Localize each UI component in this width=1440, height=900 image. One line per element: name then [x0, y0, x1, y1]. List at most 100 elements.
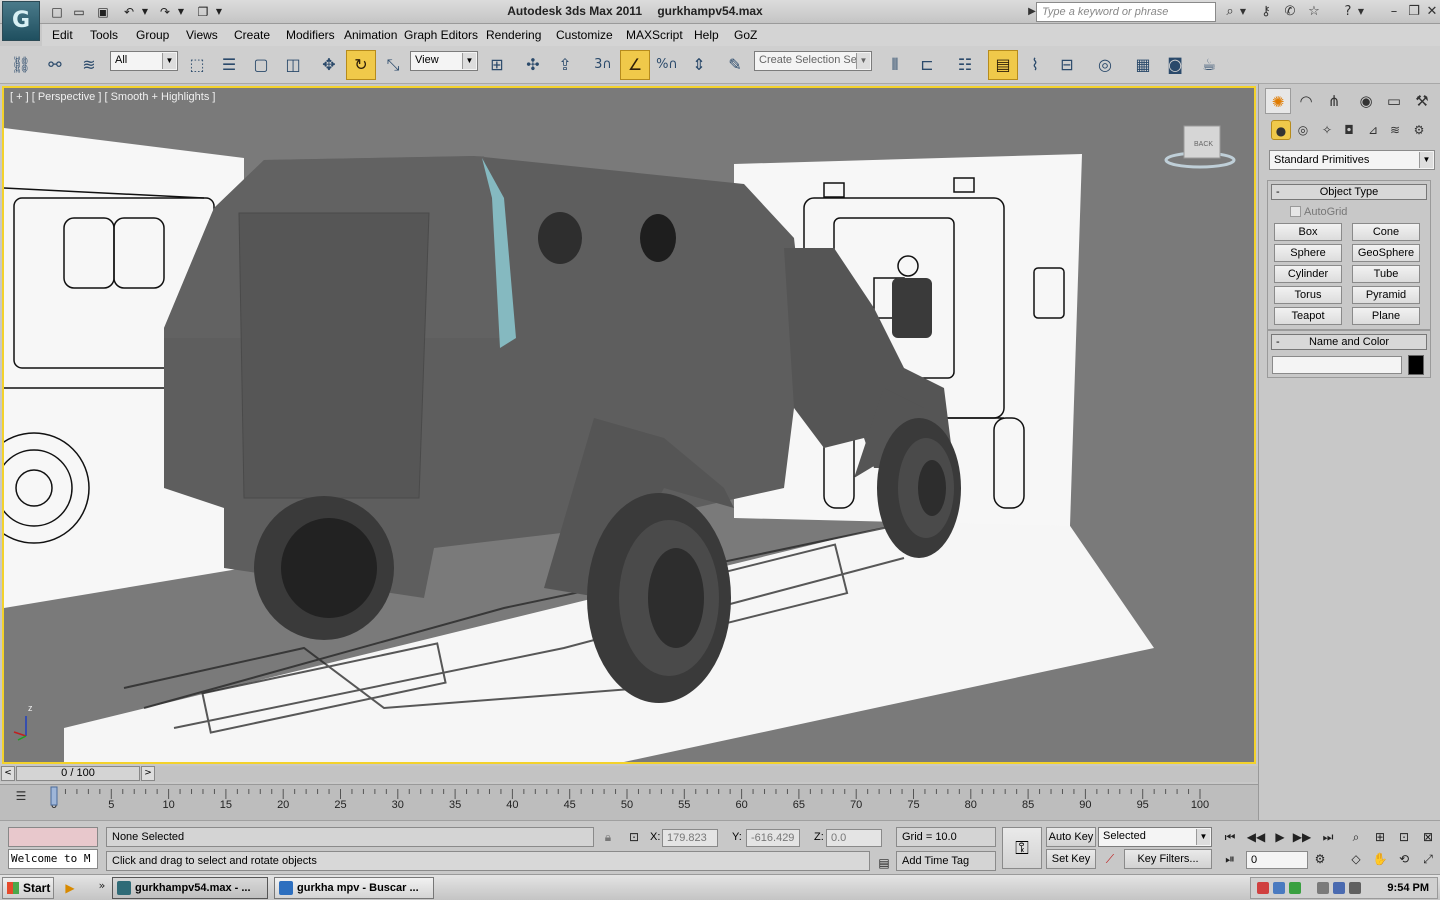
- trackbar[interactable]: ☰ 05101520253035404550556065707580859095…: [0, 784, 1258, 820]
- time-configuration-icon[interactable]: ⚙: [1310, 849, 1330, 869]
- teapot-button[interactable]: Teapot: [1274, 307, 1342, 325]
- current-frame-marker[interactable]: [50, 786, 58, 806]
- restore-icon[interactable]: ❐: [1404, 3, 1424, 21]
- key-filters-button[interactable]: Key Filters...: [1124, 849, 1212, 869]
- pivot-center-icon[interactable]: ⊞: [482, 50, 512, 80]
- systems-icon[interactable]: ⚙: [1409, 120, 1429, 140]
- name-and-color-header[interactable]: - Name and Color: [1271, 334, 1427, 350]
- taskbar-clock[interactable]: 9:54 PM: [1387, 882, 1429, 894]
- search-options-dropdown-icon[interactable]: ▼: [1238, 3, 1248, 21]
- media-player-icon[interactable]: ▶: [60, 878, 80, 898]
- shapes-icon[interactable]: ◎: [1293, 120, 1313, 140]
- curve-editor-icon[interactable]: ⌇: [1020, 50, 1050, 80]
- angle-snap-toggle-icon[interactable]: ∠: [620, 50, 650, 80]
- selection-filter-dropdown[interactable]: All ▼: [110, 51, 178, 71]
- object-name-input[interactable]: [1272, 356, 1402, 374]
- maximize-viewport-icon[interactable]: ⤢: [1418, 849, 1438, 869]
- menu-help[interactable]: Help: [694, 28, 719, 42]
- go-to-start-icon[interactable]: ⏮: [1220, 827, 1240, 847]
- select-and-manipulate-icon[interactable]: ✣: [518, 50, 548, 80]
- menu-tools[interactable]: Tools: [90, 28, 118, 42]
- create-tab-icon[interactable]: ✺: [1265, 88, 1291, 114]
- open-file-icon[interactable]: ▭: [70, 3, 88, 21]
- close-icon[interactable]: ✕: [1422, 3, 1440, 21]
- previous-frame-icon[interactable]: ◀◀: [1246, 827, 1266, 847]
- material-editor-icon[interactable]: ◎: [1090, 50, 1120, 80]
- communication-center-icon[interactable]: ✆: [1280, 3, 1300, 21]
- display-tab-icon[interactable]: ▭: [1381, 88, 1407, 114]
- named-selection-dropdown[interactable]: Create Selection Se ▼: [754, 51, 872, 71]
- subscription-center-icon[interactable]: ⚷: [1256, 3, 1276, 21]
- selection-lock-icon[interactable]: 🔒︎: [598, 827, 618, 847]
- sphere-button[interactable]: Sphere: [1274, 244, 1342, 262]
- pyramid-button[interactable]: Pyramid: [1352, 286, 1420, 304]
- viewcube[interactable]: BACK: [1164, 125, 1236, 169]
- menu-views[interactable]: Views: [186, 28, 218, 42]
- menu-create[interactable]: Create: [234, 28, 270, 42]
- unlink-selection-icon[interactable]: ⚯: [40, 50, 70, 80]
- utilities-tab-icon[interactable]: ⚒: [1409, 88, 1435, 114]
- z-coordinate-field[interactable]: 0.0: [826, 829, 882, 847]
- time-slider-prev-icon[interactable]: <: [1, 766, 15, 781]
- render-setup-icon[interactable]: ▦: [1128, 50, 1158, 80]
- cone-button[interactable]: Cone: [1352, 223, 1420, 241]
- y-coordinate-field[interactable]: -616.429: [746, 829, 800, 847]
- lights-icon[interactable]: ✧: [1317, 120, 1337, 140]
- maxscript-mini-listener-pink[interactable]: [8, 827, 98, 847]
- menu-goz[interactable]: GoZ: [734, 28, 757, 42]
- help-dropdown-icon[interactable]: ▼: [1356, 3, 1366, 21]
- zoom-icon[interactable]: ⌕: [1346, 827, 1366, 847]
- minimize-icon[interactable]: –: [1384, 3, 1404, 21]
- favorites-star-icon[interactable]: ☆: [1304, 3, 1324, 21]
- field-of-view-icon[interactable]: ◇: [1346, 849, 1366, 869]
- select-and-rotate-icon[interactable]: ↻: [346, 50, 376, 80]
- select-by-name-icon[interactable]: ☰: [214, 50, 244, 80]
- orbit-icon[interactable]: ⟲: [1394, 849, 1414, 869]
- snaps-toggle-icon[interactable]: 3∩: [588, 50, 618, 80]
- x-coordinate-field[interactable]: 179.823: [662, 829, 718, 847]
- help-icon[interactable]: ?: [1338, 3, 1358, 21]
- menu-modifiers[interactable]: Modifiers: [286, 28, 335, 42]
- maxscript-mini-listener[interactable]: Welcome to M: [8, 849, 98, 869]
- update-icon[interactable]: [1289, 882, 1301, 894]
- time-slider-next-icon[interactable]: >: [141, 766, 155, 781]
- graphite-modeling-tools-icon[interactable]: ▤: [988, 50, 1018, 80]
- bind-to-space-warp-icon[interactable]: ≋: [74, 50, 104, 80]
- start-button[interactable]: Start: [2, 877, 54, 899]
- tube-button[interactable]: Tube: [1352, 265, 1420, 283]
- menu-customize[interactable]: Customize: [556, 28, 613, 42]
- pan-view-icon[interactable]: ✋: [1370, 849, 1390, 869]
- key-mode-dropdown[interactable]: Selected ▼: [1098, 827, 1212, 847]
- taskbar-button-3dsmax[interactable]: gurkhampv54.max - ...: [112, 877, 268, 899]
- antivirus-icon[interactable]: [1273, 882, 1285, 894]
- box-button[interactable]: Box: [1274, 223, 1342, 241]
- new-file-icon[interactable]: □: [48, 3, 66, 21]
- mirror-icon[interactable]: ⫴: [880, 50, 910, 80]
- select-object-icon[interactable]: ⬚: [182, 50, 212, 80]
- select-and-link-icon[interactable]: ⛓: [6, 50, 36, 80]
- schematic-view-icon[interactable]: ⊟: [1052, 50, 1082, 80]
- redo-icon[interactable]: ↷: [156, 3, 174, 21]
- redo-dropdown-icon[interactable]: ▼: [176, 3, 186, 21]
- motion-tab-icon[interactable]: ◉: [1353, 88, 1379, 114]
- object-type-header[interactable]: - Object Type: [1271, 184, 1427, 200]
- time-slider-thumb[interactable]: 0 / 100: [16, 766, 140, 781]
- key-mode-toggle-icon[interactable]: ⏯: [1220, 849, 1240, 869]
- align-icon[interactable]: ⊏: [912, 50, 942, 80]
- volume-icon[interactable]: [1333, 882, 1345, 894]
- undo-icon[interactable]: ↶: [120, 3, 138, 21]
- menu-maxscript[interactable]: MAXScript: [626, 28, 683, 42]
- quick-access-dropdown-icon[interactable]: ▼: [214, 3, 224, 21]
- rendered-frame-window-icon[interactable]: ◙: [1160, 50, 1190, 80]
- go-to-end-icon[interactable]: ⏭: [1318, 827, 1338, 847]
- default-in-out-tangent-icon[interactable]: ⟋: [1100, 849, 1120, 869]
- infocenter-search-input[interactable]: Type a keyword or phrase: [1036, 2, 1216, 22]
- project-folder-icon[interactable]: ❐: [194, 3, 212, 21]
- app-logo-icon[interactable]: G: [2, 1, 40, 41]
- helpers-icon[interactable]: ⊿: [1363, 120, 1383, 140]
- object-color-swatch[interactable]: [1408, 355, 1424, 375]
- select-and-move-icon[interactable]: ✥: [314, 50, 344, 80]
- menu-group[interactable]: Group: [136, 28, 169, 42]
- autogrid-checkbox[interactable]: AutoGrid: [1268, 203, 1430, 221]
- undo-dropdown-icon[interactable]: ▼: [140, 3, 150, 21]
